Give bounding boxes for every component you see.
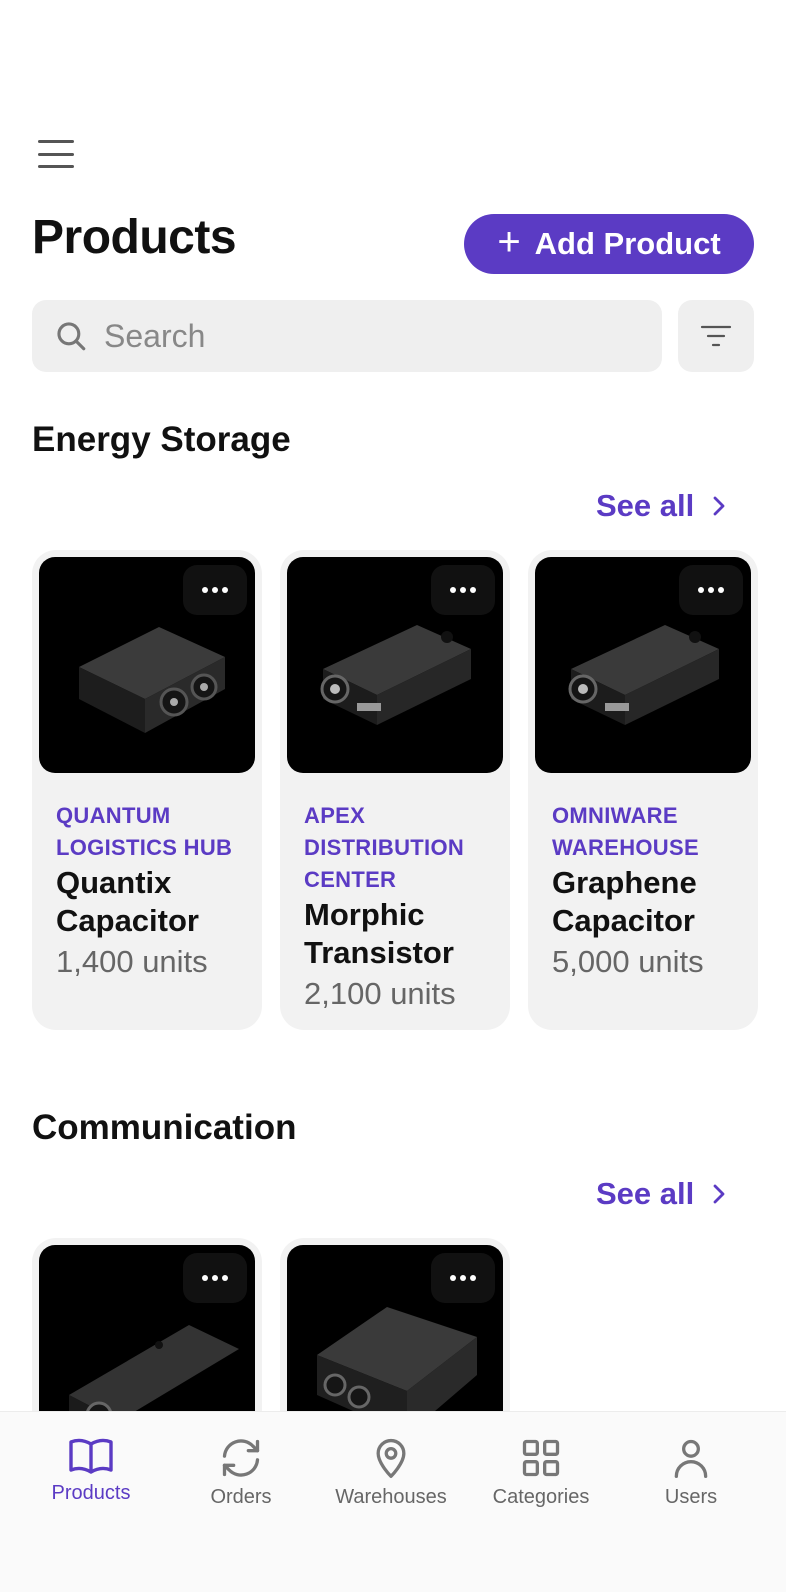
see-all-energy-storage[interactable]: See all xyxy=(596,488,726,524)
map-pin-icon xyxy=(376,1438,406,1478)
bottom-tab-bar: Products Orders Warehouses Categories Us… xyxy=(0,1411,786,1592)
product-card-morphic[interactable]: APEX DISTRIBUTION CENTER Morphic Transis… xyxy=(280,550,510,1030)
see-all-label: See all xyxy=(596,488,695,523)
product-name: Morphic Transistor xyxy=(304,897,454,970)
tab-warehouses[interactable]: Warehouses xyxy=(316,1436,466,1509)
product-units: 5,000 units xyxy=(552,944,704,979)
product-name: Quantix Capacitor xyxy=(56,865,199,938)
more-options-button[interactable] xyxy=(679,565,743,615)
see-all-communication[interactable]: See all xyxy=(596,1176,726,1212)
product-image xyxy=(287,557,503,773)
tab-label: Categories xyxy=(492,1486,590,1508)
see-all-label: See all xyxy=(596,1176,695,1211)
product-image xyxy=(535,557,751,773)
tab-products[interactable]: Products xyxy=(16,1436,166,1505)
filter-button[interactable] xyxy=(678,300,754,372)
product-units: 1,400 units xyxy=(56,944,208,979)
refresh-icon xyxy=(222,1439,260,1477)
section-title-energy-storage: Energy Storage xyxy=(32,420,291,459)
chevron-right-icon xyxy=(713,1184,725,1204)
add-product-label: Add Product xyxy=(534,226,721,261)
more-options-button[interactable] xyxy=(183,565,247,615)
page-title: Products xyxy=(32,211,237,264)
warehouse-label: QUANTUM LOGISTICS HUB xyxy=(56,803,233,860)
grid-icon xyxy=(522,1439,560,1477)
more-options-button[interactable] xyxy=(183,1253,247,1303)
tab-label: Warehouses xyxy=(335,1486,447,1508)
plus-icon: + xyxy=(497,220,521,264)
product-units: 2,100 units xyxy=(304,976,456,1011)
search-icon xyxy=(57,322,86,351)
tab-label: Products xyxy=(51,1482,131,1504)
tab-label: Users xyxy=(664,1486,718,1508)
tab-categories[interactable]: Categories xyxy=(466,1436,616,1509)
warehouse-label: OMNIWARE WAREHOUSE xyxy=(552,803,699,860)
section-title-communication: Communication xyxy=(32,1108,297,1147)
product-card-quantix[interactable]: QUANTUM LOGISTICS HUB Quantix Capacitor … xyxy=(32,550,262,1030)
product-image xyxy=(39,557,255,773)
search-bar[interactable] xyxy=(32,300,662,372)
tab-label: Orders xyxy=(210,1486,272,1508)
more-options-button[interactable] xyxy=(431,565,495,615)
chevron-right-icon xyxy=(713,496,725,516)
book-icon xyxy=(69,1438,113,1474)
warehouse-label: APEX DISTRIBUTION CENTER xyxy=(304,803,465,892)
product-name: Graphene Capacitor xyxy=(552,865,697,938)
filter-icon xyxy=(700,325,732,347)
product-card-graphene[interactable]: OMNIWARE WAREHOUSE Graphene Capacitor 5,… xyxy=(528,550,758,1030)
tab-users[interactable]: Users xyxy=(616,1436,766,1509)
add-product-button[interactable]: + Add Product xyxy=(464,214,754,274)
menu-icon[interactable] xyxy=(38,140,74,168)
user-icon xyxy=(674,1439,708,1478)
tab-orders[interactable]: Orders xyxy=(166,1436,316,1509)
search-input[interactable] xyxy=(104,317,624,355)
more-options-button[interactable] xyxy=(431,1253,495,1303)
